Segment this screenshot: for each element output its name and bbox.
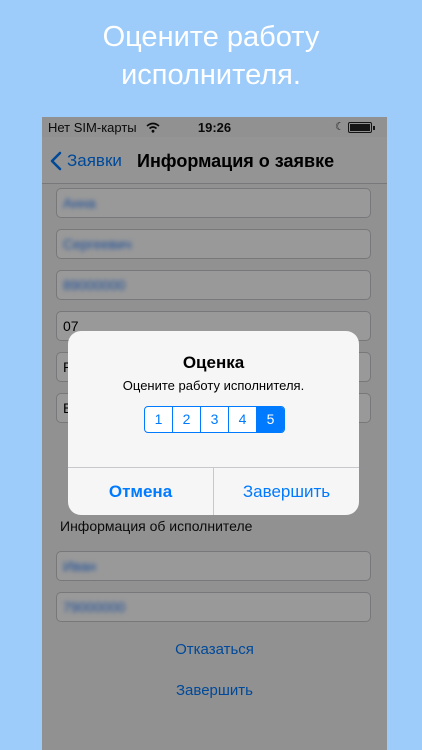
cancel-button[interactable]: Отмена <box>68 468 214 515</box>
alert-message: Оцените работу исполнителя. <box>122 378 305 393</box>
rating-option-3[interactable]: 3 <box>201 407 229 432</box>
promo-line-2: исполнителя. <box>121 59 301 91</box>
rating-alert: Оценка Оцените работу исполнителя. 1 2 3… <box>68 331 359 515</box>
alert-actions: Отмена Завершить <box>68 467 359 515</box>
alert-title: Оценка <box>182 353 245 372</box>
promo-line-1: Оцените работу <box>102 21 320 53</box>
rating-option-2[interactable]: 2 <box>173 407 201 432</box>
finish-button[interactable]: Завершить <box>214 468 359 515</box>
rating-option-5[interactable]: 5 <box>257 407 284 432</box>
rating-option-1[interactable]: 1 <box>145 407 173 432</box>
promo-caption: Оцените работу исполнителя. <box>0 18 422 94</box>
rating-option-4[interactable]: 4 <box>229 407 257 432</box>
rating-segmented-control: 1 2 3 4 5 <box>144 406 285 433</box>
